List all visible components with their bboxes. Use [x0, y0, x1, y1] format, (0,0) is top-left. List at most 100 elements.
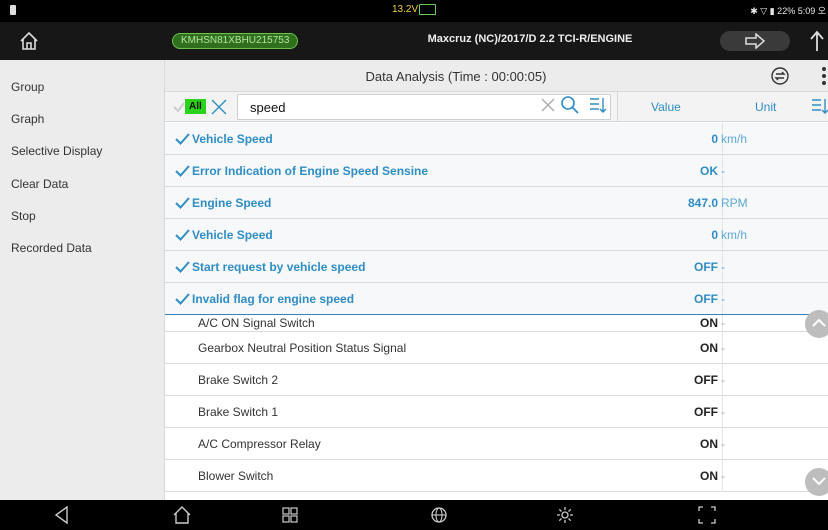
- home-icon[interactable]: [18, 30, 40, 52]
- row-name: Start request by vehicle speed: [192, 260, 366, 274]
- clear-search-icon[interactable]: [540, 97, 556, 113]
- row-name: Vehicle Speed: [192, 228, 273, 242]
- filter-toolbar: All speed Value Unit: [165, 92, 828, 122]
- row-value: 0: [711, 228, 718, 242]
- row-name: Blower Switch: [198, 469, 274, 483]
- battery-icon: [10, 5, 16, 15]
- row-unit: km/h: [721, 228, 748, 242]
- refresh-icon[interactable]: [770, 66, 790, 86]
- table-row[interactable]: A/C Compressor Relay ON -: [165, 428, 828, 460]
- system-nav-bar: [0, 500, 828, 530]
- row-name: A/C Compressor Relay: [198, 437, 321, 451]
- row-unit: km/h: [721, 132, 748, 146]
- app-header: KMHSN81XBHU215753 Maxcruz (NC)/2017/D 2.…: [0, 22, 828, 60]
- unit-column-header: Unit: [755, 100, 777, 114]
- search-input-value: speed: [250, 100, 286, 115]
- row-value: OFF: [694, 405, 718, 419]
- row-unit: -: [721, 341, 725, 355]
- close-icon[interactable]: [209, 97, 229, 117]
- table-row[interactable]: Brake Switch 1 OFF -: [165, 396, 828, 428]
- table-row[interactable]: Invalid flag for engine speed OFF -: [165, 283, 828, 314]
- more-vert-icon[interactable]: [820, 66, 828, 86]
- system-status: ✱ ▽ ▮ 22% 5:09 오: [750, 6, 826, 16]
- nav-capture-icon[interactable]: [697, 505, 717, 525]
- row-name: Invalid flag for engine speed: [192, 292, 355, 306]
- sidebar-item-group[interactable]: Group: [11, 80, 44, 94]
- arrow-right-icon: [745, 33, 766, 49]
- row-value: OFF: [694, 373, 718, 387]
- row-value: 0: [711, 132, 718, 146]
- nav-home-icon[interactable]: [172, 505, 192, 525]
- sidebar-item-stop[interactable]: Stop: [11, 209, 36, 223]
- sort-icon[interactable]: [589, 96, 607, 114]
- data-table: Vehicle Speed 0 km/h Error Indication of…: [165, 123, 828, 500]
- table-row[interactable]: Gearbox Neutral Position Status Signal O…: [165, 332, 828, 364]
- row-name: Engine Speed: [192, 196, 272, 210]
- row-unit: -: [721, 405, 725, 419]
- voltage-readout: 13.2V: [392, 4, 419, 15]
- next-button[interactable]: [720, 31, 790, 51]
- row-name: Brake Switch 2: [198, 373, 279, 387]
- row-value: OK: [700, 164, 718, 178]
- scroll-up-button[interactable]: [805, 310, 828, 338]
- sidebar-item-clear-data[interactable]: Clear Data: [11, 177, 68, 191]
- sidebar-item-graph[interactable]: Graph: [11, 112, 44, 126]
- table-row[interactable]: Engine Speed 847.0 RPM: [165, 187, 828, 219]
- page-title: Data Analysis (Time : 00:00:05): [365, 69, 547, 84]
- table-row[interactable]: Brake Switch 2 OFF -: [165, 364, 828, 396]
- table-row[interactable]: Vehicle Speed 0 km/h: [165, 123, 828, 155]
- check-icon: [175, 133, 190, 145]
- row-value: ON: [700, 341, 718, 355]
- main-panel: Data Analysis (Time : 00:00:05) All spee…: [165, 60, 828, 500]
- column-divider: [617, 92, 618, 122]
- nav-apps-icon[interactable]: [280, 505, 300, 525]
- select-all-button[interactable]: All: [185, 99, 206, 114]
- table-row[interactable]: A/C ON Signal Switch ON -: [165, 315, 828, 332]
- row-unit: -: [721, 437, 725, 451]
- nav-back-icon[interactable]: [52, 505, 72, 525]
- vehicle-title: Maxcruz (NC)/2017/D 2.2 TCI-R/ENGINE: [427, 33, 633, 45]
- row-value: ON: [700, 437, 718, 451]
- row-name: Gearbox Neutral Position Status Signal: [198, 341, 407, 355]
- row-unit: -: [721, 316, 725, 330]
- nav-globe-icon[interactable]: [429, 505, 449, 525]
- value-column-header: Value: [651, 100, 681, 114]
- check-icon: [175, 229, 190, 241]
- row-value: 847.0: [687, 196, 718, 210]
- row-value: OFF: [694, 260, 718, 274]
- check-icon: [175, 165, 190, 177]
- search-icon[interactable]: [560, 95, 580, 115]
- check-icon: [175, 261, 190, 273]
- row-unit: -: [721, 373, 725, 387]
- title-bar: Data Analysis (Time : 00:00:05): [165, 60, 828, 92]
- check-icon[interactable]: [172, 100, 186, 114]
- sidebar: Group Graph Selective Display Clear Data…: [0, 60, 165, 500]
- nav-settings-icon[interactable]: [555, 505, 575, 525]
- sidebar-item-recorded-data[interactable]: Recorded Data: [11, 241, 92, 255]
- row-name: Error Indication of Engine Speed Sensine: [192, 164, 429, 178]
- table-row[interactable]: [165, 492, 828, 500]
- table-row[interactable]: Vehicle Speed 0 km/h: [165, 219, 828, 251]
- row-name: Vehicle Speed: [192, 132, 273, 146]
- table-row[interactable]: Start request by vehicle speed OFF -: [165, 251, 828, 283]
- row-unit: -: [721, 164, 725, 178]
- vin-badge: KMHSN81XBHU215753: [172, 33, 299, 49]
- sort-icon[interactable]: [811, 97, 828, 115]
- check-icon: [175, 293, 190, 305]
- check-icon: [175, 197, 190, 209]
- row-value: ON: [700, 316, 718, 330]
- scroll-down-button[interactable]: [805, 468, 828, 496]
- row-unit: -: [721, 260, 725, 274]
- table-row[interactable]: Blower Switch ON -: [165, 460, 828, 492]
- status-bar: 13.2V ✱ ▽ ▮ 22% 5:09 오: [0, 0, 828, 22]
- table-row[interactable]: Error Indication of Engine Speed Sensine…: [165, 155, 828, 187]
- row-unit: -: [721, 292, 725, 306]
- row-value: ON: [700, 469, 718, 483]
- chevron-up-icon: [812, 318, 826, 327]
- row-unit: -: [721, 469, 725, 483]
- row-name: A/C ON Signal Switch: [198, 316, 315, 330]
- row-name: Brake Switch 1: [198, 405, 279, 419]
- sidebar-item-selective-display[interactable]: Selective Display: [11, 144, 102, 158]
- car-battery-icon: [419, 4, 436, 15]
- back-arrow-icon[interactable]: [808, 29, 826, 53]
